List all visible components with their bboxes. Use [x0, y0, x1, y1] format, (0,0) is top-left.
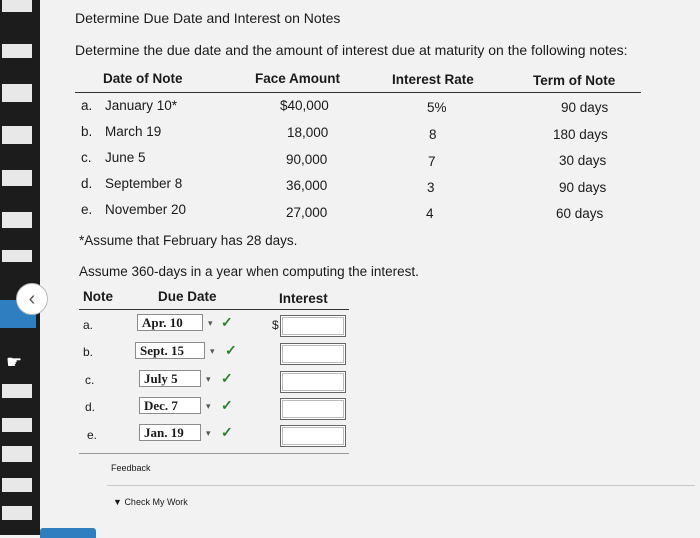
row-letter: c.: [81, 150, 92, 165]
triangle-down-icon: ▼: [113, 497, 122, 507]
currency-symbol: $: [272, 318, 279, 332]
header-divider: [75, 92, 641, 93]
row-date: September 8: [105, 176, 183, 191]
answer-header-interest: Interest: [279, 291, 328, 306]
answer-header-note: Note: [83, 289, 113, 304]
row-term: 180 days: [553, 127, 608, 142]
footnote-text: *Assume that February has 28 days.: [79, 233, 298, 248]
row-term: 90 days: [561, 100, 609, 115]
row-letter: b.: [81, 124, 93, 139]
due-date-select-a[interactable]: Apr. 10: [137, 314, 203, 331]
row-date: January 10*: [105, 98, 178, 113]
answer-row-letter: a.: [83, 318, 94, 332]
row-amount: 18,000: [287, 125, 329, 140]
answer-row-letter: b.: [83, 345, 94, 359]
answer-footer-divider: [79, 453, 349, 454]
nav-segment[interactable]: [2, 170, 32, 186]
check-my-work-label: Check My Work: [124, 497, 188, 507]
left-nav-strip: [0, 0, 40, 535]
chevron-down-icon[interactable]: ▾: [206, 428, 211, 439]
due-date-select-b[interactable]: Sept. 15: [135, 342, 205, 359]
nav-segment[interactable]: [2, 212, 32, 228]
checkmark-icon: ✓: [221, 424, 233, 440]
due-date-select-c[interactable]: July 5: [139, 370, 201, 387]
row-rate: 7: [428, 154, 436, 169]
row-date: March 19: [105, 124, 162, 139]
interest-input-e[interactable]: [280, 425, 346, 447]
feedback-label: Feedback: [111, 463, 151, 473]
row-amount: 27,000: [286, 205, 328, 220]
answer-header-divider: [79, 309, 349, 310]
interest-input-d[interactable]: [280, 398, 346, 420]
checkmark-icon: ✓: [221, 314, 233, 330]
row-letter: d.: [81, 176, 93, 191]
row-amount: 36,000: [286, 178, 328, 193]
answer-row-letter: c.: [85, 373, 95, 387]
answer-header-due-date: Due Date: [158, 289, 217, 304]
col-header-amount: Face Amount: [255, 71, 341, 86]
col-header-date: Date of Note: [103, 71, 183, 86]
check-my-work-button[interactable]: ▼ Check My Work: [113, 497, 188, 507]
row-term: 30 days: [559, 153, 607, 168]
row-date: June 5: [105, 150, 146, 165]
col-header-term: Term of Note: [533, 73, 616, 88]
due-date-select-d[interactable]: Dec. 7: [139, 397, 201, 414]
row-amount: $40,000: [280, 98, 329, 113]
row-amount: 90,000: [286, 152, 328, 167]
checkmark-icon: ✓: [221, 397, 233, 413]
nav-segment[interactable]: [2, 0, 32, 12]
chevron-down-icon[interactable]: ▾: [208, 318, 213, 329]
checkmark-icon: ✓: [221, 370, 233, 386]
checkmark-icon: ✓: [225, 342, 237, 358]
interest-input-b[interactable]: [280, 343, 346, 365]
row-letter: e.: [81, 202, 93, 217]
row-term: 90 days: [559, 180, 607, 195]
assumption-text: Assume 360-days in a year when computing…: [79, 264, 419, 279]
back-arrow-icon[interactable]: ‹: [16, 283, 48, 315]
interest-input-c[interactable]: [280, 371, 346, 393]
chevron-down-icon[interactable]: ▾: [206, 374, 211, 385]
nav-segment[interactable]: [2, 84, 32, 102]
submit-button[interactable]: [40, 528, 96, 538]
chevron-down-icon[interactable]: ▾: [210, 346, 215, 357]
due-date-select-e[interactable]: Jan. 19: [139, 424, 201, 441]
main-content: Determine Due Date and Interest on Notes…: [75, 0, 695, 535]
nav-segment[interactable]: [2, 44, 32, 58]
nav-segment[interactable]: [2, 384, 32, 398]
instructions-text: Determine the due date and the amount of…: [75, 42, 628, 58]
interest-input-a[interactable]: [280, 315, 346, 337]
nav-segment[interactable]: [2, 446, 32, 462]
answer-row-letter: e.: [87, 428, 98, 442]
nav-segment[interactable]: [2, 418, 32, 432]
row-date: November 20: [105, 202, 187, 217]
nav-segment[interactable]: [2, 126, 32, 144]
nav-segment[interactable]: [2, 250, 32, 262]
row-rate: 5%: [427, 100, 447, 115]
pointer-hand-icon: ☛: [6, 352, 23, 372]
col-header-rate: Interest Rate: [392, 72, 474, 87]
feedback-divider: [107, 485, 695, 486]
row-letter: a.: [81, 98, 93, 113]
row-term: 60 days: [556, 206, 604, 221]
chevron-down-icon[interactable]: ▾: [206, 401, 211, 412]
row-rate: 4: [426, 206, 434, 221]
nav-segment[interactable]: [2, 506, 32, 520]
answer-row-letter: d.: [85, 400, 96, 414]
nav-segment[interactable]: [2, 478, 32, 492]
row-rate: 8: [429, 127, 437, 142]
page-title: Determine Due Date and Interest on Notes: [75, 10, 341, 26]
row-rate: 3: [427, 180, 435, 195]
